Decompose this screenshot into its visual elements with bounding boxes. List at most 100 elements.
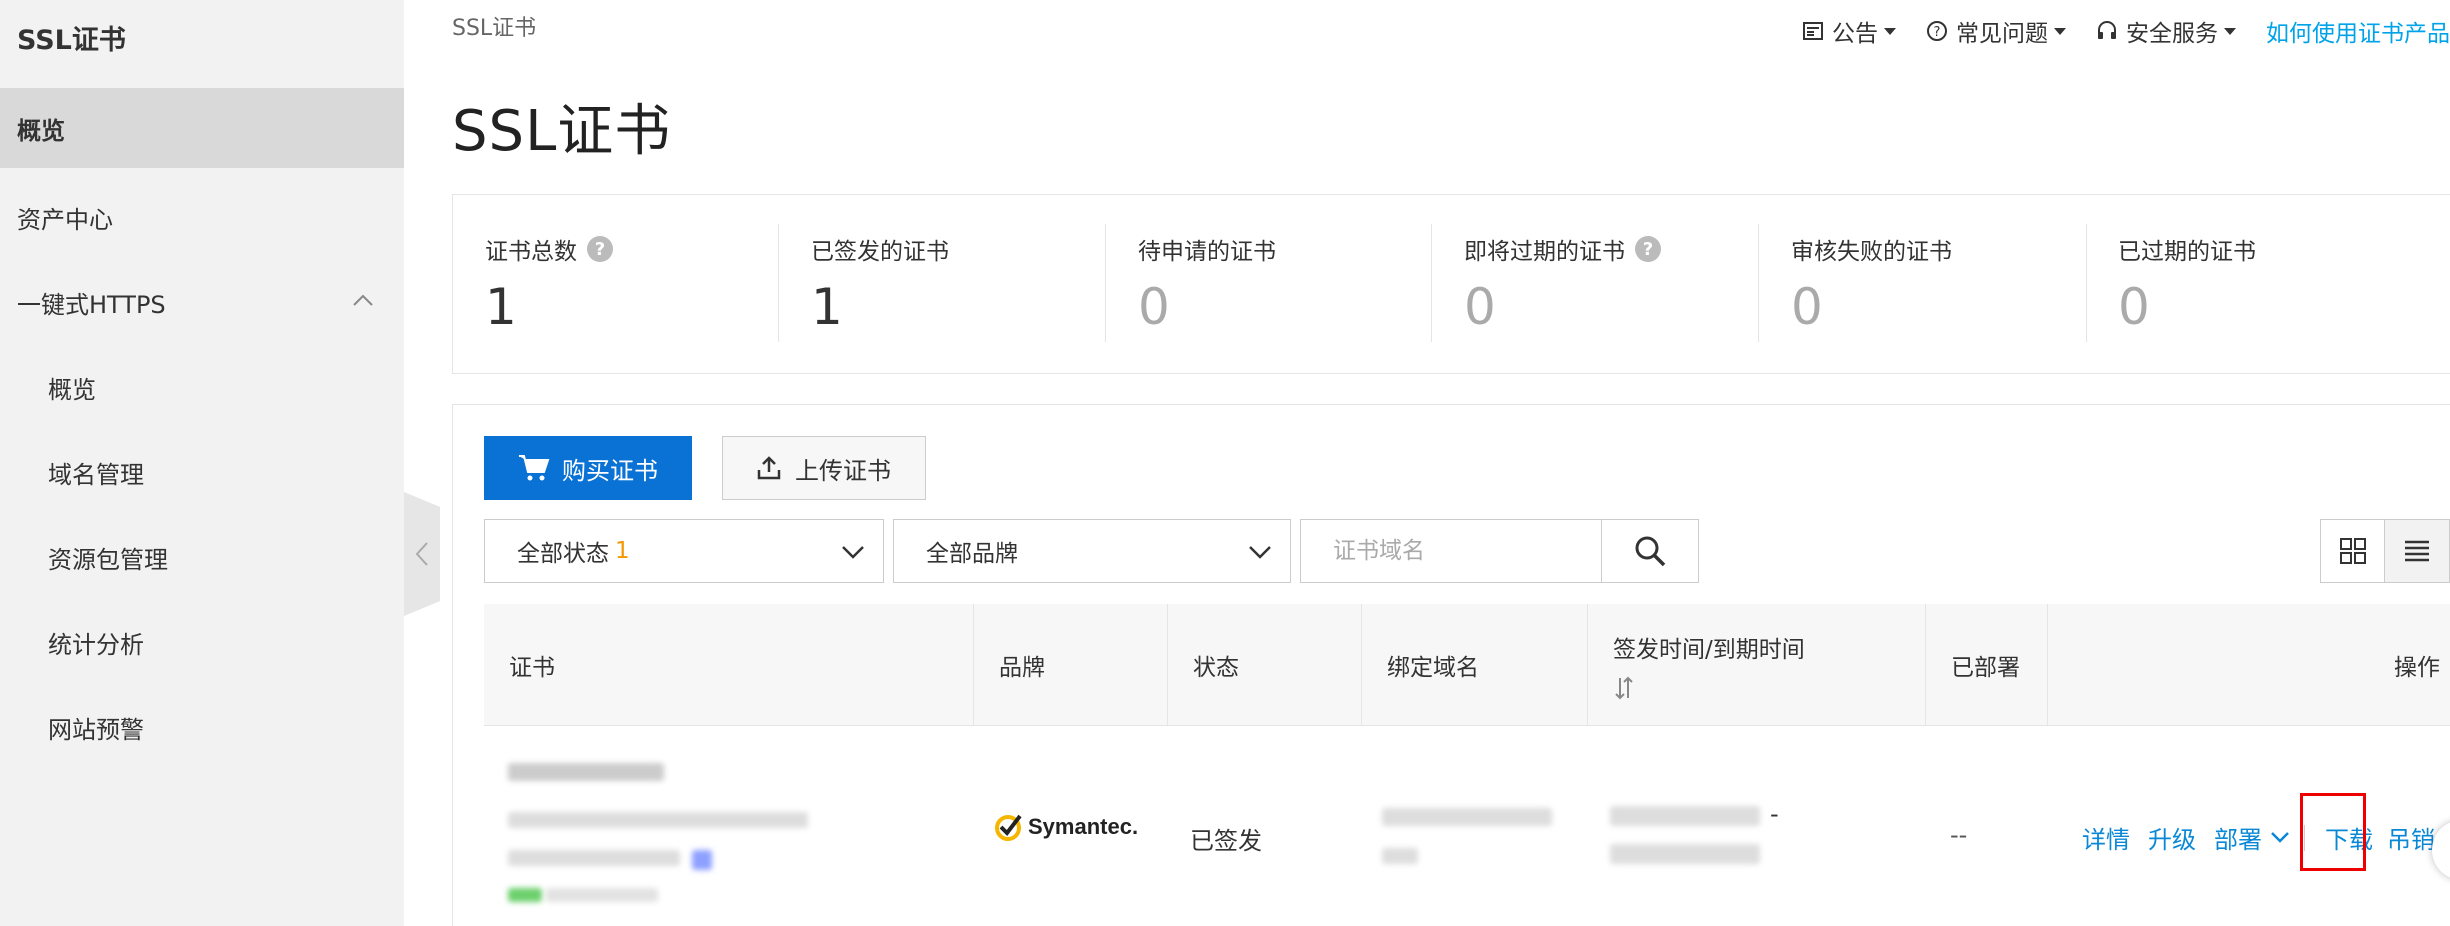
column-header-dates[interactable]: 签发时间/到期时间 <box>1588 604 1926 726</box>
divider <box>1431 224 1432 342</box>
chevron-left-icon <box>415 542 428 566</box>
date-separator: - <box>1770 800 1779 828</box>
table-header: 证书 品牌 状态 绑定域名 签发时间/到期时间 已部署 操作 <box>484 604 2450 726</box>
stat-pending: 待申请的证书 0 <box>1138 224 1276 342</box>
chevron-down-icon[interactable] <box>2270 830 2290 846</box>
redacted-text <box>1610 844 1760 864</box>
list-icon <box>2405 540 2429 562</box>
announcement-icon <box>1803 22 1823 40</box>
divider <box>778 224 779 342</box>
stat-expiring: 即将过期的证书? 0 <box>1464 224 1661 342</box>
domain-search-box <box>1300 519 1602 583</box>
column-header-status: 状态 <box>1168 604 1362 726</box>
chevron-down-icon <box>1249 546 1271 559</box>
status-filter-select[interactable]: 全部状态 1 <box>484 519 884 583</box>
redacted-text <box>1610 806 1760 826</box>
upload-certificate-button[interactable]: 上传证书 <box>722 436 926 500</box>
stat-value: 0 <box>1464 278 1496 336</box>
column-header-actions: 操作 <box>2394 655 2440 681</box>
stat-label: 已过期的证书 <box>2118 239 2256 265</box>
column-header-dates-label: 签发时间/到期时间 <box>1613 637 1805 663</box>
top-nav: 公告 ? 常见问题 安全服务 如何使用证书产品 <box>1802 14 2450 48</box>
sidebar-item-overview[interactable]: 概览 <box>0 88 404 168</box>
page-title: SSL证书 <box>452 99 672 164</box>
help-icon[interactable]: ? <box>587 236 613 262</box>
upload-button-label: 上传证书 <box>795 456 891 485</box>
redacted-text <box>508 850 680 866</box>
sidebar: SSL证书 概览 资产中心 一键式HTTPS 概览 域名管理 资源包管理 统计分… <box>0 0 404 926</box>
divider <box>1105 224 1106 342</box>
brand-name: Symantec. <box>1028 814 1139 839</box>
brand-filter-select[interactable]: 全部品牌 <box>893 519 1291 583</box>
status-count-badge: 1 <box>615 538 630 564</box>
buy-certificate-button[interactable]: 购买证书 <box>484 436 692 500</box>
sidebar-title: SSL证书 <box>17 25 126 56</box>
stat-value: 1 <box>811 278 843 336</box>
redacted-text <box>1382 848 1418 864</box>
stat-value: 0 <box>2118 278 2150 336</box>
nav-security-label: 安全服务 <box>2126 21 2218 47</box>
stat-label: 已签发的证书 <box>811 239 949 265</box>
sidebar-item-label: 概览 <box>17 116 65 145</box>
sidebar-item-label: 网站预警 <box>48 715 144 744</box>
cart-icon <box>519 455 550 481</box>
chevron-up-icon <box>353 294 373 306</box>
help-icon[interactable]: ? <box>1635 236 1661 262</box>
row-actions: 详情 升级 部署 下载 吊销 <box>2082 820 2435 855</box>
nav-announcement-label: 公告 <box>1832 21 1878 47</box>
stat-expired: 已过期的证书 0 <box>2118 224 2256 342</box>
sidebar-item-site-alert[interactable]: 网站预警 <box>0 687 404 767</box>
view-toggle <box>2320 519 2450 583</box>
redacted-bar <box>546 888 658 902</box>
redacted-bar <box>508 888 542 902</box>
nav-security-service[interactable]: 安全服务 <box>2096 14 2236 48</box>
sidebar-item-statistics[interactable]: 统计分析 <box>0 602 404 682</box>
svg-text:?: ? <box>1934 25 1941 40</box>
nav-announcement[interactable]: 公告 <box>1802 14 1896 48</box>
help-link[interactable]: 如何使用证书产品 <box>2266 14 2450 48</box>
sidebar-item-one-click-https[interactable]: 一键式HTTPS <box>0 262 404 342</box>
symantec-logo: Symantec. <box>994 812 1138 842</box>
revoke-link[interactable]: 吊销 <box>2387 820 2435 855</box>
stat-issued: 已签发的证书 1 <box>811 224 949 342</box>
upgrade-link[interactable]: 升级 <box>2148 820 2196 855</box>
download-highlight-box <box>2300 793 2366 871</box>
redacted-text <box>508 812 808 828</box>
stat-label: 证书总数 <box>485 239 577 265</box>
chevron-down-icon <box>842 546 864 559</box>
grid-view-button[interactable] <box>2321 520 2385 582</box>
headset-icon <box>2098 21 2116 39</box>
search-button[interactable] <box>1601 519 1699 583</box>
redacted-text <box>508 763 664 781</box>
nav-faq[interactable]: ? 常见问题 <box>1926 14 2066 48</box>
sidebar-item-domain-management[interactable]: 域名管理 <box>0 432 404 512</box>
sidebar-item-https-overview[interactable]: 概览 <box>0 347 404 427</box>
deployed-cell: -- <box>1950 821 1968 849</box>
divider <box>2086 224 2087 342</box>
list-view-button[interactable] <box>2385 520 2449 582</box>
domain-search-input[interactable] <box>1301 520 1602 582</box>
redacted-text <box>1382 808 1552 826</box>
grid-icon <box>2339 538 2366 564</box>
deploy-dropdown[interactable]: 部署 <box>2214 820 2262 855</box>
sidebar-item-label: 域名管理 <box>48 460 144 489</box>
buy-button-label: 购买证书 <box>562 456 658 485</box>
stat-label: 待申请的证书 <box>1138 239 1276 265</box>
stat-label: 即将过期的证书 <box>1464 239 1625 265</box>
sidebar-collapse-handle[interactable] <box>404 492 440 616</box>
status-cell: 已签发 <box>1190 827 1262 855</box>
nav-faq-label: 常见问题 <box>1956 21 2048 47</box>
stat-value: 0 <box>1138 278 1170 336</box>
sort-icon[interactable] <box>1613 676 1635 700</box>
sidebar-item-asset-center[interactable]: 资产中心 <box>0 177 404 257</box>
sidebar-item-label: 一键式HTTPS <box>17 290 166 319</box>
upload-icon <box>757 456 781 480</box>
breadcrumb[interactable]: SSL证书 <box>452 10 536 42</box>
details-link[interactable]: 详情 <box>2082 820 2130 855</box>
sidebar-item-resource-pack[interactable]: 资源包管理 <box>0 517 404 597</box>
redacted-icon <box>692 850 712 870</box>
stat-failed: 审核失败的证书 0 <box>1791 224 1952 342</box>
column-header-certificate: 证书 <box>484 604 974 726</box>
column-header-domain: 绑定域名 <box>1362 604 1588 726</box>
sidebar-item-label: 资产中心 <box>17 205 113 234</box>
